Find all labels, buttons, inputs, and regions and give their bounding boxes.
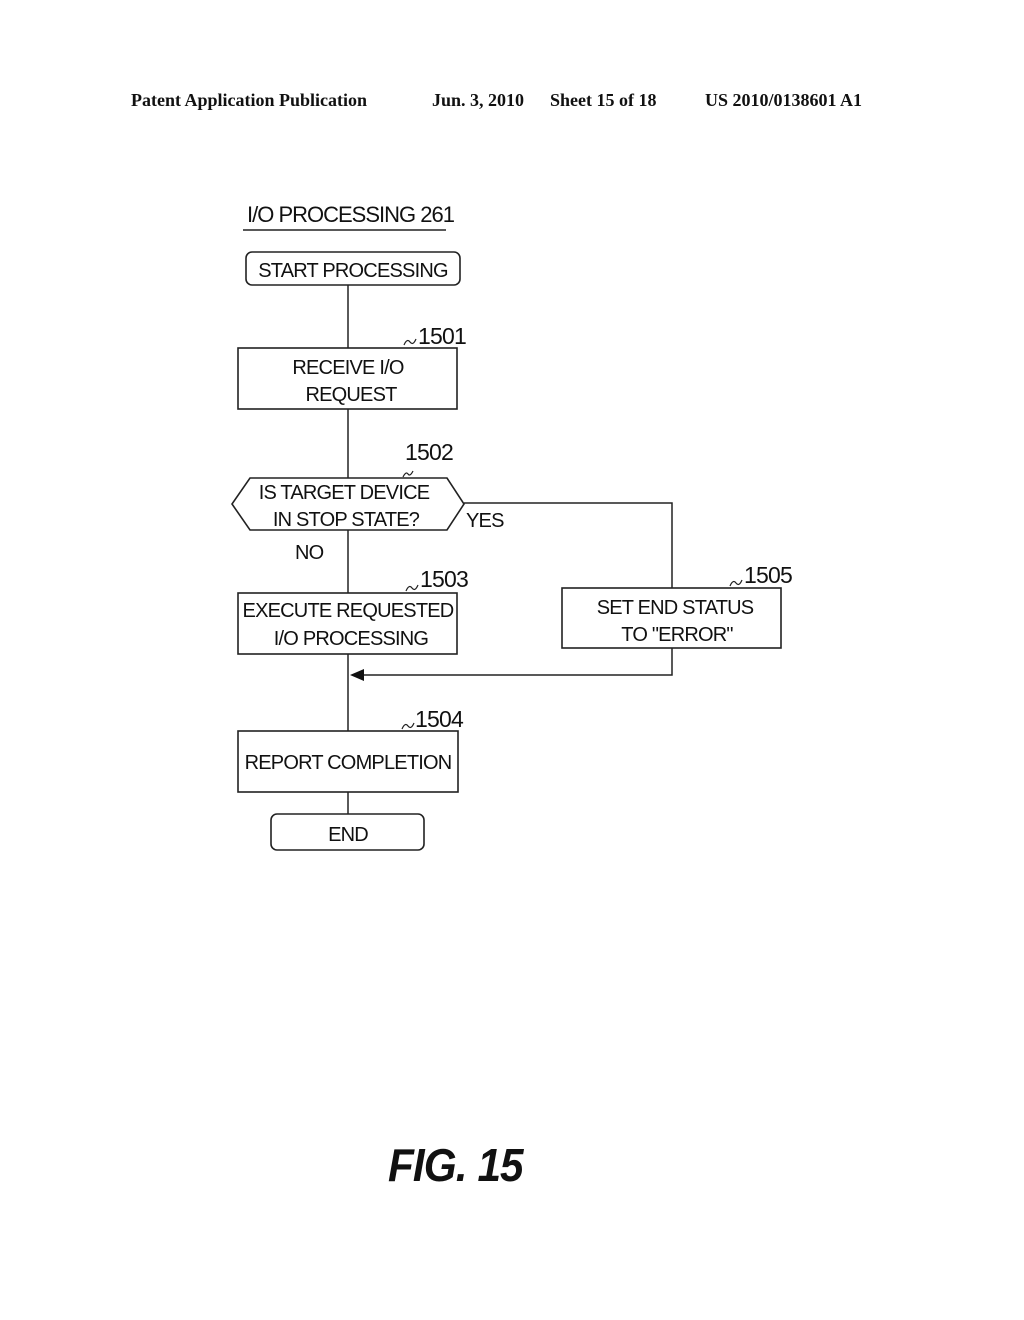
step-1503: EXECUTE REQUESTED I/O PROCESSING 1503 xyxy=(237,566,469,655)
step-1503-line-2: I/O PROCESSING xyxy=(274,628,429,650)
ref-1503: 1503 xyxy=(420,566,468,592)
ref-leader-1505 xyxy=(729,579,743,587)
step-1504-line-1: REPORT COMPLETION xyxy=(245,752,452,774)
step-1504: REPORT COMPLETION 1504 xyxy=(237,706,465,793)
ref-1504: 1504 xyxy=(415,706,464,732)
step-1505-line-1: SET END STATUS xyxy=(597,597,754,619)
end-label: END xyxy=(328,824,368,846)
ref-leader-1503 xyxy=(405,584,419,592)
start-terminal: START PROCESSING xyxy=(245,251,461,286)
ref-leader-1502 xyxy=(402,470,414,478)
decision-line-2: IN STOP STATE? xyxy=(273,509,420,531)
ref-leader-1504 xyxy=(401,722,415,730)
decision-line-1: IS TARGET DEVICE xyxy=(259,482,430,504)
flowchart: I/O PROCESSING 261 START PROCESSING RECE… xyxy=(231,202,793,851)
ref-leader-1501 xyxy=(403,338,417,346)
end-terminal: END xyxy=(270,813,425,851)
step-1503-line-1: EXECUTE REQUESTED xyxy=(243,600,454,622)
step-1501: RECEIVE I/O REQUEST 1501 xyxy=(237,323,467,410)
figure-label: FIG. 15 xyxy=(388,1139,524,1191)
start-label: START PROCESSING xyxy=(258,260,448,282)
step-1501-line-1: RECEIVE I/O xyxy=(292,357,403,379)
ref-1502: 1502 xyxy=(405,439,453,465)
step-1505-line-2: TO "ERROR" xyxy=(621,624,733,646)
diagram-title: I/O PROCESSING 261 xyxy=(247,202,455,227)
step-1505: SET END STATUS TO "ERROR" 1505 xyxy=(561,562,793,649)
ref-1505: 1505 xyxy=(744,562,792,588)
yes-label: YES xyxy=(466,510,504,532)
decision-1502: IS TARGET DEVICE IN STOP STATE? 1502 YES… xyxy=(231,439,505,564)
no-label: NO xyxy=(295,542,324,564)
arrowhead-left-icon xyxy=(350,669,364,681)
step-1501-line-2: REQUEST xyxy=(305,384,397,406)
ref-1501: 1501 xyxy=(418,323,466,349)
